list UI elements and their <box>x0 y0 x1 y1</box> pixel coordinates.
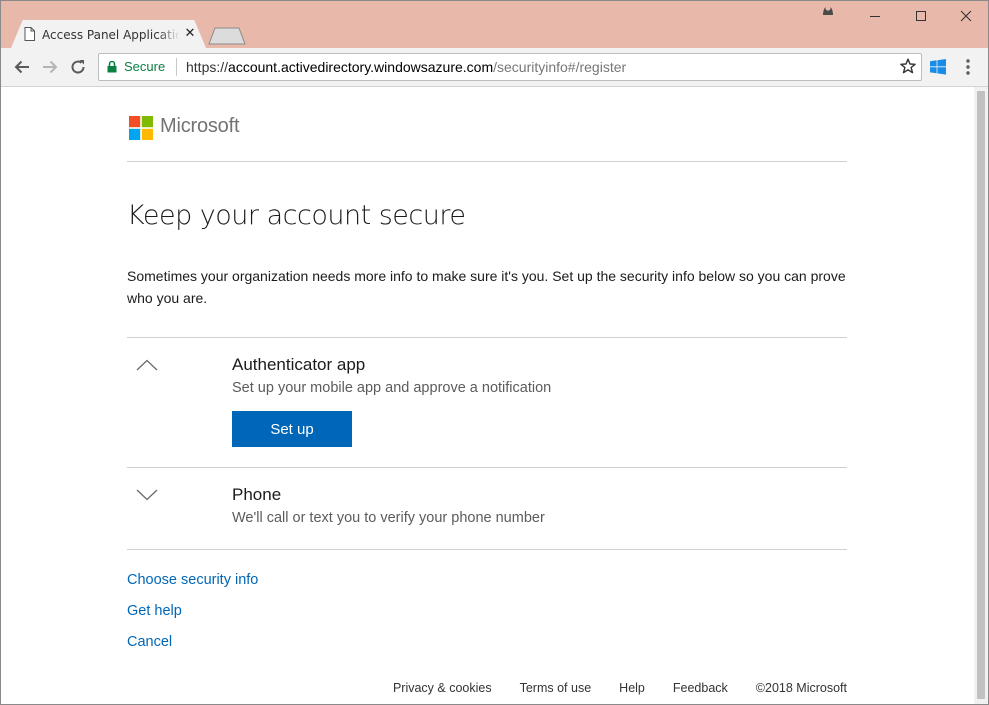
url-text[interactable]: https://account.activedirectory.windowsa… <box>186 58 626 76</box>
section-divider-bottom <box>127 549 847 550</box>
title-bar: Access Panel Applications ✕ <box>1 1 988 48</box>
windows-logo-icon[interactable] <box>930 59 946 75</box>
cancel-link[interactable]: Cancel <box>127 634 172 650</box>
footer-copyright: ©2018 Microsoft <box>755 681 847 695</box>
maximize-icon <box>916 11 926 21</box>
page-viewport: Microsoft Keep your account secure Somet… <box>1 87 974 704</box>
window-close-button[interactable] <box>946 3 986 29</box>
scrollbar-thumb[interactable] <box>977 91 985 699</box>
url-host: account.activedirectory.windowsazure.com <box>228 59 494 75</box>
profile-icon[interactable] <box>821 3 835 15</box>
maximize-button[interactable] <box>901 3 941 29</box>
new-tab-icon[interactable] <box>208 27 246 45</box>
footer-help-link[interactable]: Help <box>619 681 645 695</box>
footer: Privacy & cookies Terms of use Help Feed… <box>365 681 847 695</box>
browser-window: Access Panel Applications ✕ <box>0 0 989 705</box>
url-scheme: https:// <box>186 59 229 75</box>
tab-title-fade <box>158 26 180 44</box>
reload-button[interactable] <box>67 56 89 78</box>
get-help-link[interactable]: Get help <box>127 603 182 619</box>
method-description: We'll call or text you to verify your ph… <box>232 510 545 526</box>
intro-text: Sometimes your organization needs more i… <box>127 268 846 306</box>
section-divider-middle <box>127 467 847 468</box>
chevron-down-icon[interactable] <box>136 489 158 501</box>
page-title: Keep your account secure <box>127 200 466 231</box>
close-icon[interactable]: ✕ <box>183 26 197 42</box>
back-arrow-icon <box>14 60 29 74</box>
minimize-button[interactable] <box>855 3 895 29</box>
star-icon[interactable] <box>900 58 916 74</box>
secure-label: Secure <box>124 59 166 74</box>
footer-privacy-link[interactable]: Privacy & cookies <box>393 681 492 695</box>
section-divider-top <box>127 337 847 338</box>
reload-icon <box>71 60 85 74</box>
url-path: /securityinfo#/register <box>493 59 627 75</box>
window-close-icon <box>960 10 972 22</box>
microsoft-logo-icon <box>129 116 153 140</box>
browser-toolbar: Secure https://account.activedirectory.w… <box>1 48 988 87</box>
page-icon <box>24 27 35 41</box>
choose-security-info-link[interactable]: Choose security info <box>127 572 258 588</box>
back-button[interactable] <box>11 56 33 78</box>
lock-icon <box>107 60 117 73</box>
chevron-up-icon[interactable] <box>136 359 158 371</box>
microsoft-wordmark: Microsoft <box>160 115 240 137</box>
footer-feedback-link[interactable]: Feedback <box>673 681 728 695</box>
forward-arrow-icon <box>43 60 58 74</box>
method-description: Set up your mobile app and approve a not… <box>232 380 552 396</box>
url-separator <box>176 58 177 76</box>
vertical-scrollbar[interactable] <box>974 87 988 704</box>
browser-tab[interactable]: Access Panel Applications ✕ <box>11 20 206 48</box>
method-name: Authenticator app <box>232 355 366 374</box>
method-name: Phone <box>232 485 282 504</box>
footer-terms-link[interactable]: Terms of use <box>520 681 592 695</box>
set-up-button[interactable]: Set up <box>232 411 352 447</box>
address-bar[interactable]: Secure https://account.activedirectory.w… <box>98 53 922 81</box>
forward-button[interactable] <box>39 56 61 78</box>
minimize-icon <box>870 16 880 17</box>
header-divider <box>127 161 847 162</box>
menu-dots-icon[interactable] <box>961 58 975 76</box>
